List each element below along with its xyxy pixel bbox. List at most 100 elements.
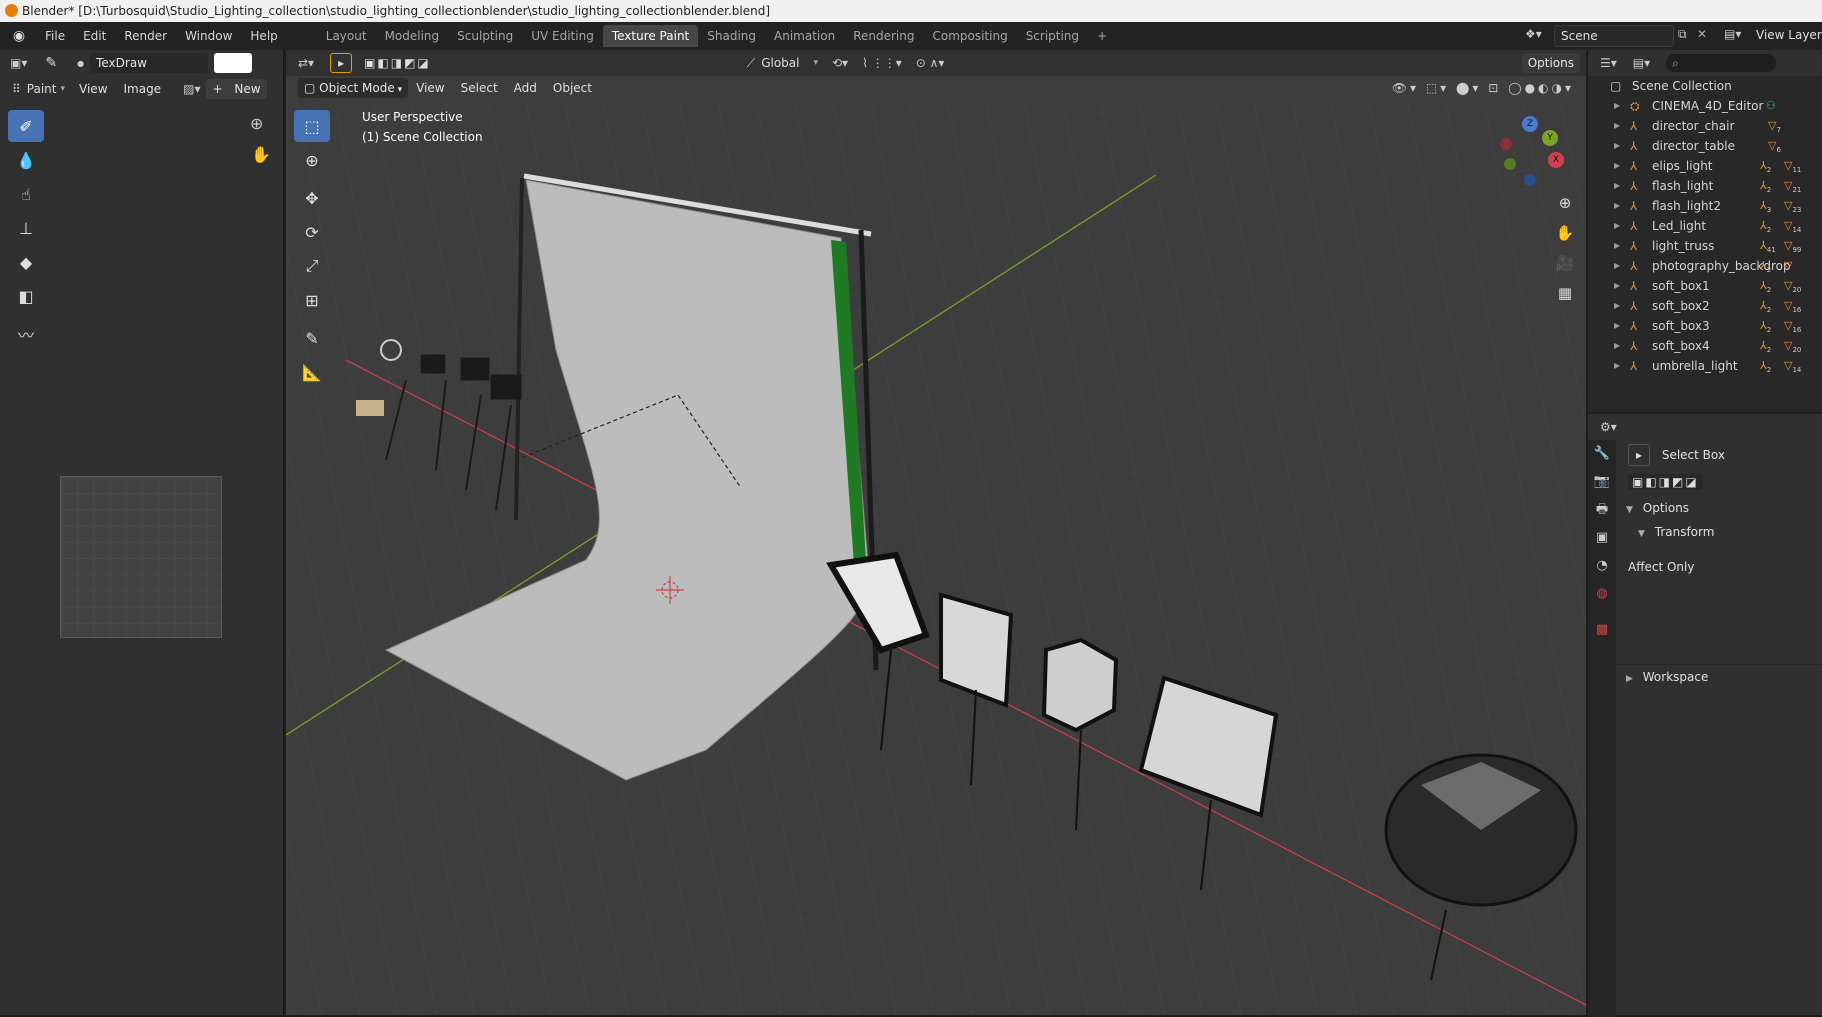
outliner-item[interactable]: ▶ ⅄ Led_light ⅄2 ▽14 [1588,216,1822,236]
scale-tool-icon[interactable]: ⤢ [294,250,330,282]
expand-arrow-icon[interactable]: ▶ [1614,276,1620,296]
ortho-toggle-icon[interactable]: ▦ [1552,284,1578,314]
view-layer-field[interactable]: View Layer [1756,28,1822,42]
menu-edit[interactable]: Edit [74,22,115,50]
fill-tool-icon[interactable]: ◆ [8,246,44,278]
tab-layout[interactable]: Layout [317,25,376,47]
soften-tool-icon[interactable]: 💧 [8,144,44,176]
cursor-tool-icon[interactable]: ⊕ [294,144,330,176]
image-menu-image[interactable]: Image [116,82,170,96]
add-workspace-button[interactable]: + [1088,25,1116,47]
outliner-item[interactable]: ▶ ⅄ director_chair ▽7 [1588,116,1822,136]
gizmo-neg-y[interactable] [1504,158,1516,170]
camera-view-icon[interactable]: 🎥 [1552,254,1578,284]
gizmo-z-axis[interactable]: Z [1522,116,1538,132]
paint-mode-icon[interactable]: ⠿ [12,82,21,96]
outliner-item[interactable]: ▶ ⅄ flash_light2 ⅄3 ▽23 [1588,196,1822,216]
expand-arrow-icon[interactable]: ▶ [1614,156,1620,176]
pivot-point-icon[interactable]: ⟲▾ [832,56,848,70]
outliner-search-input[interactable]: ⌕ [1666,54,1777,72]
outliner-item[interactable]: ▶ ⅄ soft_box4 ⅄2 ▽20 [1588,336,1822,356]
snap-icon[interactable]: ⌇ ⋮⋮▾ [862,56,902,70]
menu-render[interactable]: Render [115,22,176,50]
texture-tab-icon[interactable]: ▩ [1588,616,1616,644]
rotate-tool-icon[interactable]: ⟳ [294,216,330,248]
workspace-panel-header[interactable]: ▶ Workspace [1616,664,1822,688]
transform-panel-header[interactable]: ▼ Transform [1616,520,1822,544]
zoom-icon[interactable]: ⊕ [250,114,263,133]
outliner-item[interactable]: ▶ ⅄ flash_light ⅄2 ▽21 [1588,176,1822,196]
gizmo-y-axis[interactable]: Y [1542,130,1558,146]
blender-menu-icon[interactable]: ◉ [8,25,30,47]
viewport-menu-add[interactable]: Add [506,81,545,95]
outliner-item[interactable]: ▶ ⅄ director_table ▽6 [1588,136,1822,156]
gizmo-neg-z[interactable] [1524,174,1536,186]
view-layer-tab-icon[interactable]: ▣ [1588,524,1616,552]
properties-editor-type-icon[interactable]: ⚙▾ [1600,420,1617,434]
new-image-button[interactable]: + New [206,79,267,99]
tab-compositing[interactable]: Compositing [923,25,1016,47]
viewport-zoom-icon[interactable]: ⊕ [1552,194,1578,224]
expand-arrow-icon[interactable]: ▶ [1614,216,1620,236]
expand-arrow-icon[interactable]: ▶ [1614,236,1620,256]
transform-orientation-select[interactable]: Global [761,56,799,70]
remove-scene-icon[interactable]: ✕ [1697,27,1707,41]
outliner-root[interactable]: ▢ Scene Collection [1588,76,1822,96]
expand-arrow-icon[interactable]: ▶ [1614,316,1620,336]
outliner-display-mode-icon[interactable]: ▤▾ [1633,56,1650,70]
tab-modeling[interactable]: Modeling [376,25,449,47]
viewport-menu-object[interactable]: Object [545,81,600,95]
proportional-edit-icon[interactable]: ⊙ ∧▾ [916,56,945,70]
tab-animation[interactable]: Animation [765,25,844,47]
move-tool-icon[interactable]: ✥ [294,182,330,214]
select-box-tool-icon[interactable]: ⬚ [294,110,330,142]
gizmo-x-axis[interactable]: X [1548,152,1564,168]
image-browse-icon[interactable]: ▨▾ [183,82,200,96]
viewport-editor-type-icon[interactable]: ⇄▾ [298,56,314,70]
viewport-options-button[interactable]: Options [1521,53,1580,73]
viewport-menu-view[interactable]: View [408,81,452,95]
expand-arrow-icon[interactable]: ▶ [1614,356,1620,376]
tab-texture-paint[interactable]: Texture Paint [602,25,699,47]
brush-icon[interactable]: ✎ [45,55,57,71]
outliner-item[interactable]: ▶ ⅄ soft_box3 ⅄2 ▽16 [1588,316,1822,336]
outliner-item[interactable]: ▶ ⅄ elips_light ⅄2 ▽11 [1588,156,1822,176]
expand-arrow-icon[interactable]: ▶ [1614,96,1620,116]
outliner-item[interactable]: ▶ ⅄ umbrella_light ⅄2 ▽14 [1588,356,1822,376]
select-mode-buttons-icon[interactable]: ▣◧◨◩◪ [364,56,431,70]
measure-tool-icon[interactable]: 📐 [294,356,330,388]
select-box-icon[interactable]: ▸ [1628,444,1650,466]
viewport-scene[interactable] [286,50,1586,1015]
scene-selector-icon[interactable]: ❖▾ [1525,27,1542,41]
world-tab-icon[interactable]: ◍ [1588,580,1616,608]
tab-sculpting[interactable]: Sculpting [448,25,522,47]
expand-arrow-icon[interactable]: ▶ [1614,116,1620,136]
draw-brush-tool-icon[interactable]: ✐ [8,110,44,142]
paint-mode-chevron-icon[interactable]: ▾ [61,84,66,94]
annotate-tool-icon[interactable]: 〰 [8,318,44,350]
expand-arrow-icon[interactable]: ▶ [1614,256,1620,276]
tab-scripting[interactable]: Scripting [1017,25,1088,47]
scene-tab-icon[interactable]: ◔ [1588,552,1616,580]
tab-rendering[interactable]: Rendering [844,25,923,47]
outliner-editor-type-icon[interactable]: ☰▾ [1600,56,1617,70]
clone-tool-icon[interactable]: ⊥ [8,212,44,244]
image-canvas-grid[interactable] [60,476,222,638]
transform-orientation-icon[interactable]: ⟋ [747,56,755,71]
navigation-gizmo[interactable]: Z Y X [1498,116,1578,196]
menu-file[interactable]: File [36,22,74,50]
outliner-item[interactable]: ▶ ⅄ photography_backdrop ⅄2 ▽ [1588,256,1822,276]
paint-mode-select[interactable]: Paint [27,82,57,96]
expand-arrow-icon[interactable]: ▶ [1614,336,1620,356]
brush-name-field[interactable]: TexDraw [90,53,209,73]
brush-browse-icon[interactable]: ● [77,59,84,68]
view-layer-icon[interactable]: ▤▾ [1724,27,1741,41]
scene-name-field[interactable]: Scene [1554,25,1674,47]
viewport-pan-hand-icon[interactable]: ✋ [1552,224,1578,254]
expand-arrow-icon[interactable]: ▶ [1614,176,1620,196]
outliner-item[interactable]: ▶ ⅄ soft_box2 ⅄2 ▽16 [1588,296,1822,316]
mask-tool-icon[interactable]: ◧ [8,280,44,312]
gizmo-neg-x[interactable] [1500,138,1512,150]
outliner-item[interactable]: ▶ ⅄ soft_box1 ⅄2 ▽20 [1588,276,1822,296]
tab-shading[interactable]: Shading [698,25,765,47]
